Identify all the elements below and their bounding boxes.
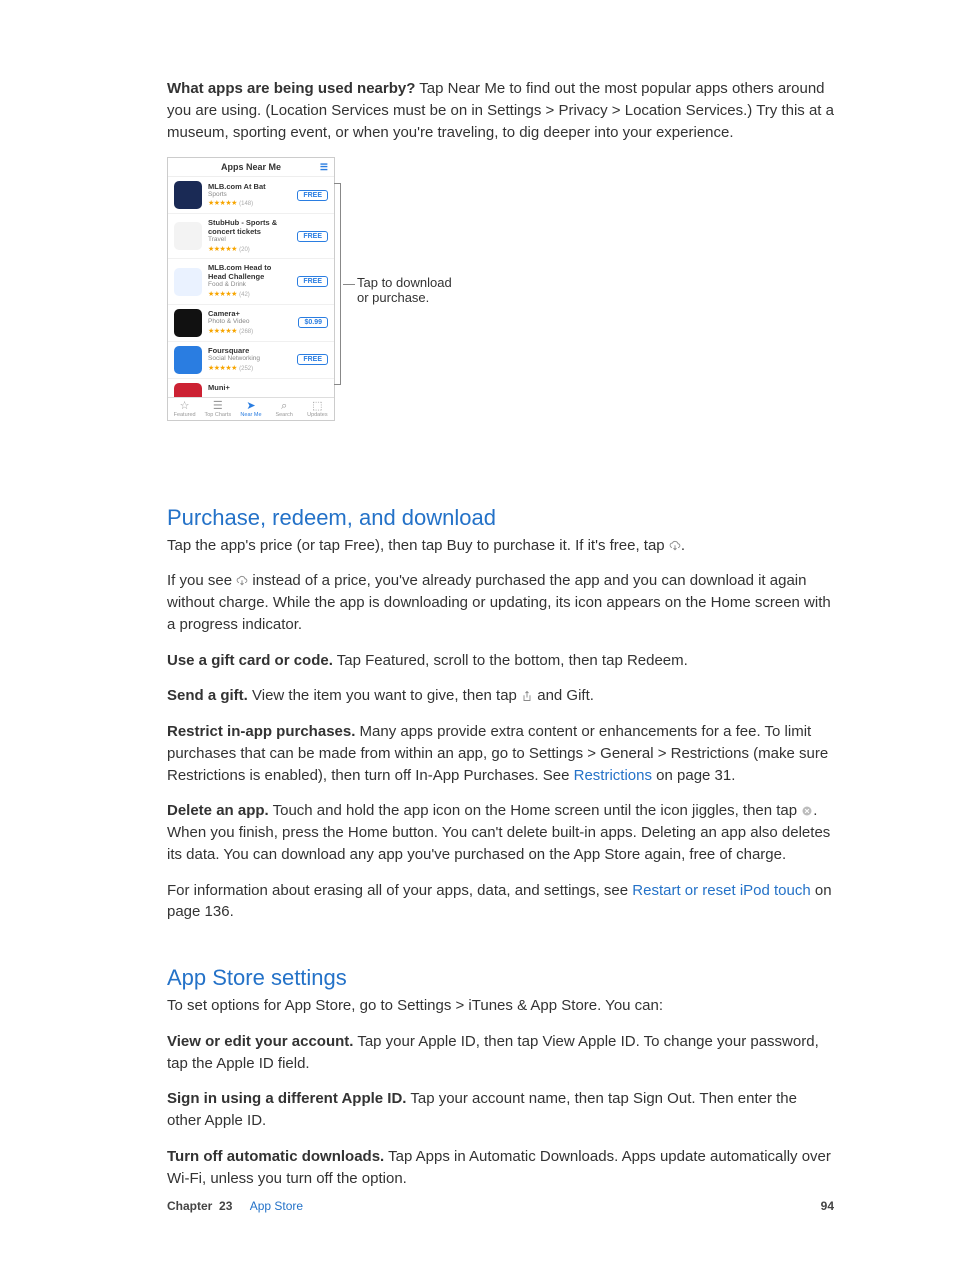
location-icon: ➤	[234, 401, 267, 412]
app-name: MLB.com Head to Head Challenge	[208, 263, 291, 281]
app-category: Sports	[208, 191, 291, 199]
app-icon	[174, 383, 202, 397]
updates-icon: ⬚	[301, 401, 334, 412]
tab-near-me[interactable]: ➤Near Me	[234, 401, 267, 418]
app-name: MLB.com At Bat	[208, 182, 291, 191]
tab-featured[interactable]: ☆Featured	[168, 401, 201, 418]
partial-app-row: Muni+	[168, 379, 334, 397]
tab-search[interactable]: ⌕Search	[268, 401, 301, 418]
app-info: Camera+Photo & Video ★★★★★ (268)	[208, 309, 292, 336]
s1-p1: Tap the app's price (or tap Free), then …	[167, 535, 834, 557]
tab-top-charts[interactable]: ☰Top Charts	[201, 401, 234, 418]
app-price-button[interactable]: FREE	[297, 354, 328, 365]
app-row[interactable]: FoursquareSocial Networking ★★★★★ (252) FR…	[168, 342, 334, 379]
app-icon	[174, 309, 202, 337]
app-category: Food & Drink	[208, 281, 291, 289]
phone-screenshot: Apps Near Me ☰ MLB.com At BatSports★★★★★…	[167, 157, 335, 420]
s1-p5: Restrict in-app purchases. Many apps pro…	[167, 721, 834, 786]
phone-header: Apps Near Me ☰	[168, 158, 334, 177]
app-category: Social Networking	[208, 355, 291, 363]
app-stars: ★★★★★	[208, 246, 237, 253]
app-info: FoursquareSocial Networking ★★★★★ (252)	[208, 346, 291, 373]
cloud-download-icon	[236, 575, 248, 587]
app-icon	[174, 181, 202, 209]
tab-bar: ☆Featured ☰Top Charts ➤Near Me ⌕Search ⬚…	[168, 397, 334, 420]
s2-p4: Turn off automatic downloads. Tap Apps i…	[167, 1146, 834, 1190]
app-name: Foursquare	[208, 346, 291, 355]
list-icon: ☰	[201, 401, 234, 412]
app-price-button[interactable]: $0.99	[298, 317, 328, 328]
app-category: Travel	[208, 236, 291, 244]
s1-p7: For information about erasing all of you…	[167, 880, 834, 924]
list-toggle-icon: ☰	[320, 162, 328, 173]
intro-lead: What apps are being used nearby?	[167, 80, 415, 97]
app-info: MLB.com At BatSports★★★★★ (148)	[208, 182, 291, 209]
app-icon	[174, 268, 202, 296]
app-stars: ★★★★★	[208, 291, 237, 298]
s2-p3: Sign in using a different Apple ID. Tap …	[167, 1088, 834, 1132]
app-name: StubHub - Sports & concert tickets	[208, 218, 291, 236]
intro-paragraph: What apps are being used nearby? Tap Nea…	[167, 78, 834, 143]
app-rating-count: (268)	[239, 329, 253, 335]
s1-p2: If you see instead of a price, you've al…	[167, 570, 834, 635]
footer-chapter-name: App Store	[250, 1199, 303, 1213]
app-row[interactable]: MLB.com Head to Head ChallengeFood & Dri…	[168, 259, 334, 304]
app-name: Camera+	[208, 309, 292, 318]
app-price-button[interactable]: FREE	[297, 190, 328, 201]
app-icon	[174, 346, 202, 374]
page-number: 94	[821, 1199, 834, 1213]
app-info: MLB.com Head to Head ChallengeFood & Dri…	[208, 263, 291, 299]
s2-p1: To set options for App Store, go to Sett…	[167, 995, 834, 1017]
share-icon	[521, 690, 533, 702]
section-heading-purchase: Purchase, redeem, and download	[167, 505, 834, 531]
app-price-button[interactable]: FREE	[297, 231, 328, 242]
cloud-download-icon	[669, 540, 681, 552]
app-rating-count: (148)	[239, 201, 253, 207]
app-rating-count: (20)	[239, 247, 250, 253]
tab-updates[interactable]: ⬚Updates	[301, 401, 334, 418]
restrictions-link[interactable]: Restrictions	[574, 767, 652, 784]
callout-bracket	[334, 183, 341, 384]
s2-p2: View or edit your account. Tap your Appl…	[167, 1031, 834, 1075]
phone-title: Apps Near Me	[221, 162, 281, 172]
app-stars: ★★★★★	[208, 365, 237, 372]
search-icon: ⌕	[268, 401, 301, 412]
app-rating-count: (42)	[239, 292, 250, 298]
app-stars: ★★★★★	[208, 328, 237, 335]
star-icon: ☆	[168, 401, 201, 412]
app-icon	[174, 222, 202, 250]
s1-p4: Send a gift. View the item you want to g…	[167, 685, 834, 707]
app-rating-count: (252)	[239, 366, 253, 372]
callout-text: Tap to download or purchase.	[357, 275, 452, 305]
restart-reset-link[interactable]: Restart or reset iPod touch	[632, 882, 810, 899]
apps-near-me-figure: Apps Near Me ☰ MLB.com At BatSports★★★★★…	[167, 157, 834, 420]
s1-p6: Delete an app. Touch and hold the app ic…	[167, 800, 834, 865]
app-info: StubHub - Sports & concert ticketsTravel…	[208, 218, 291, 254]
app-category: Photo & Video	[208, 318, 292, 326]
app-row[interactable]: Camera+Photo & Video ★★★★★ (268) $0.99	[168, 305, 334, 342]
delete-x-icon	[801, 805, 813, 817]
page-footer: Chapter 23 App Store 94	[167, 1199, 834, 1213]
app-row[interactable]: StubHub - Sports & concert ticketsTravel…	[168, 214, 334, 259]
s1-p3: Use a gift card or code. Tap Featured, s…	[167, 650, 834, 672]
app-stars: ★★★★★	[208, 200, 237, 207]
section-heading-settings: App Store settings	[167, 965, 834, 991]
partial-app-name: Muni+	[208, 383, 328, 392]
app-row[interactable]: MLB.com At BatSports★★★★★ (148) FREE	[168, 177, 334, 214]
app-price-button[interactable]: FREE	[297, 276, 328, 287]
